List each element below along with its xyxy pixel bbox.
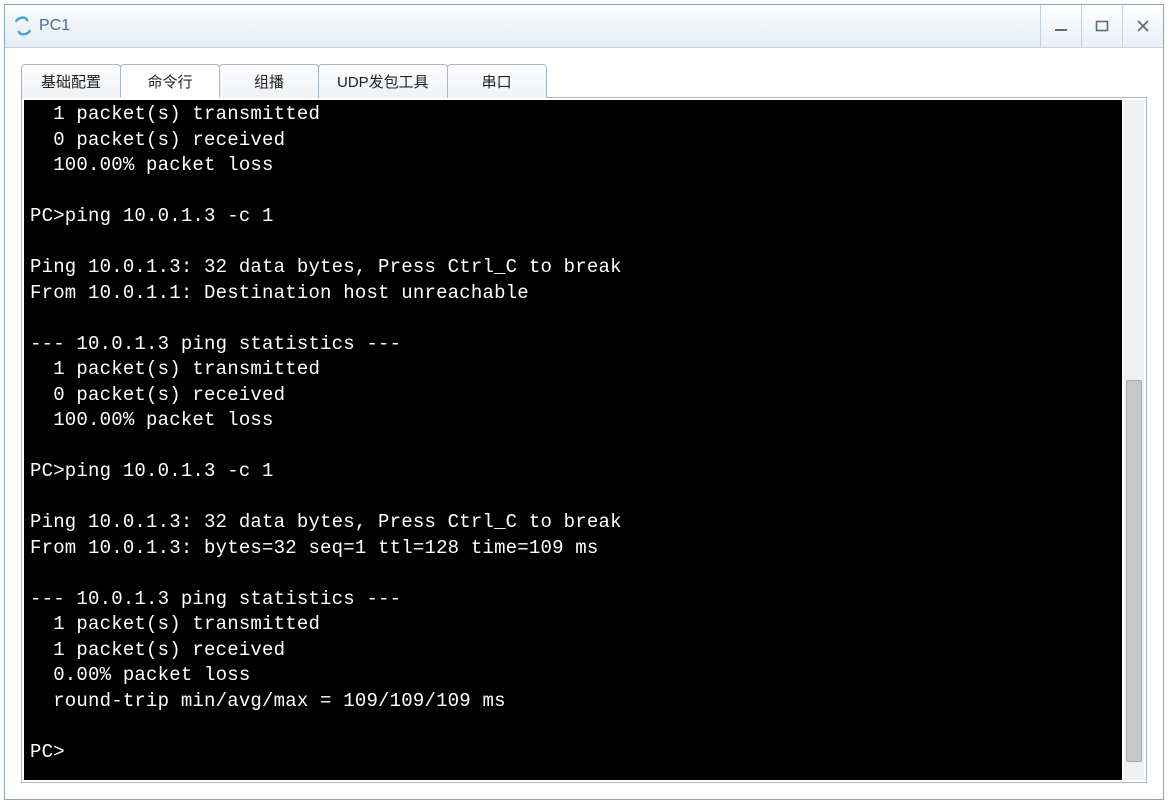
titlebar[interactable]: PC1 <box>5 5 1163 48</box>
window-title: PC1 <box>39 17 1163 35</box>
tab-udp-tool[interactable]: UDP发包工具 <box>318 64 448 98</box>
tab-multicast[interactable]: 组播 <box>219 64 319 98</box>
app-icon <box>13 16 33 36</box>
tab-basic-config[interactable]: 基础配置 <box>21 64 121 98</box>
terminal-panel: 1 packet(s) transmitted 0 packet(s) rece… <box>21 97 1147 783</box>
tab-bar: 基础配置 命令行 组播 UDP发包工具 串口 <box>21 64 1147 98</box>
tab-command-line[interactable]: 命令行 <box>120 64 220 98</box>
minimize-button[interactable] <box>1040 5 1081 47</box>
terminal-scrollbar[interactable] <box>1124 100 1144 780</box>
app-window: PC1 基础配置 命令行 组播 UDP发包工具 串口 <box>4 4 1164 800</box>
close-button[interactable] <box>1122 5 1163 47</box>
content-area: 基础配置 命令行 组播 UDP发包工具 串口 1 packet(s) trans… <box>5 48 1163 799</box>
scrollbar-thumb[interactable] <box>1126 380 1142 762</box>
tab-serial[interactable]: 串口 <box>447 64 547 98</box>
terminal-output[interactable]: 1 packet(s) transmitted 0 packet(s) rece… <box>24 100 1122 780</box>
window-controls <box>1040 5 1163 47</box>
maximize-button[interactable] <box>1081 5 1122 47</box>
